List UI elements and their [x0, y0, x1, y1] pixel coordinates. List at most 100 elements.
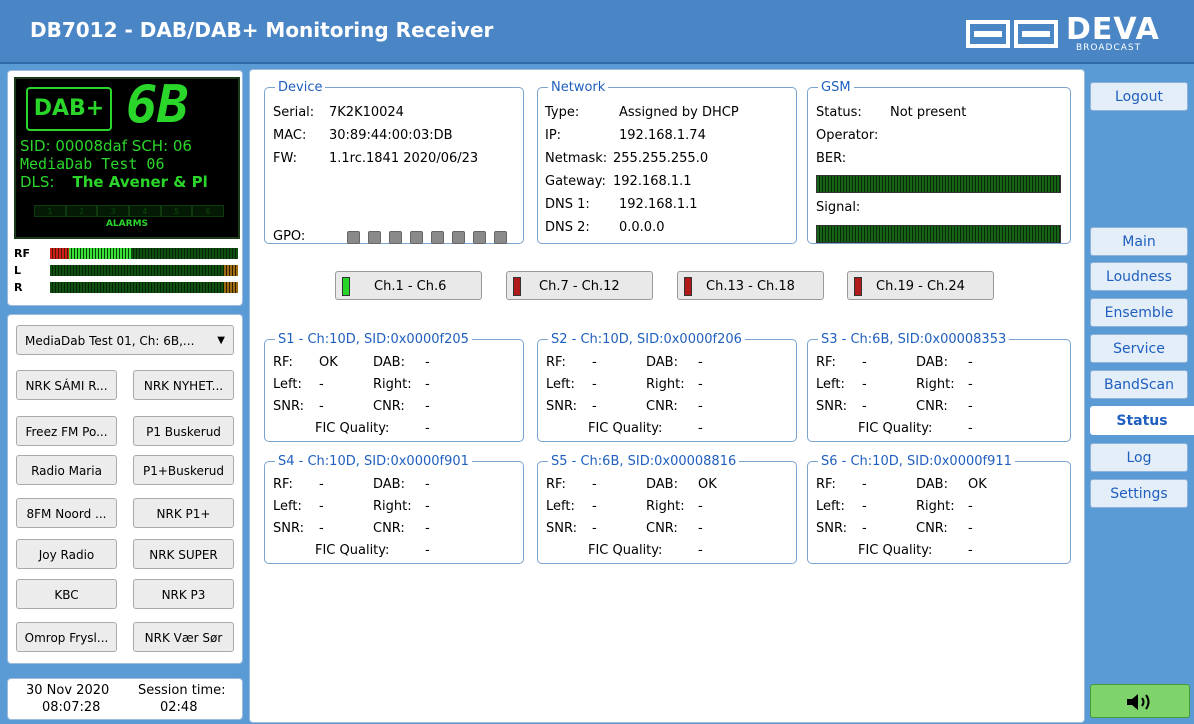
lcd-sid-line: SID: 00008daf SCH: 06	[20, 137, 192, 155]
preset-button[interactable]: Freez FM Po...	[16, 416, 117, 446]
nav-bandscan[interactable]: BandScan	[1090, 370, 1188, 399]
lcd-service-name: MediaDab Test 06	[20, 155, 165, 173]
service-cnr-label: CNR:	[373, 521, 405, 536]
service-right-value: -	[968, 499, 973, 514]
service-rf-value: OK	[319, 355, 338, 370]
service-rf-label: RF:	[816, 355, 836, 370]
gpo-led	[494, 231, 507, 244]
session-time-value: 02:48	[160, 700, 198, 715]
preset-button[interactable]: KBC	[16, 579, 117, 609]
header-bar: DB7012 - DAB/DAB+ Monitoring Receiver DE…	[0, 0, 1194, 64]
channel-group-led	[854, 277, 862, 296]
network-legend: Network	[551, 80, 606, 95]
service-fic-value: -	[968, 543, 973, 558]
service-cnr-value: -	[968, 399, 973, 414]
gpo-led	[410, 231, 423, 244]
nav-log[interactable]: Log	[1090, 443, 1188, 472]
deva-logo: DEVA BROADCAST	[966, 12, 1186, 54]
service-cnr-value: -	[968, 521, 973, 536]
serial-label: Serial:	[273, 105, 315, 120]
lcd-dls-label: DLS:	[20, 173, 55, 191]
preset-button[interactable]: NRK SUPER	[133, 539, 234, 569]
current-date: 30 Nov 2020	[26, 683, 110, 698]
preset-button[interactable]: NRK Vær Sør	[133, 622, 234, 652]
logout-button[interactable]: Logout	[1090, 82, 1188, 111]
left-meter-label: L	[14, 264, 22, 277]
lcd-dls-value: The Avener & Pl	[72, 173, 208, 191]
service-rf-value: -	[592, 355, 597, 370]
service-left-value: -	[862, 377, 867, 392]
logo-word: DEVA	[1066, 12, 1160, 47]
net-dns2-label: DNS 2:	[545, 220, 590, 235]
channel-group-label: Ch.19 - Ch.24	[876, 279, 965, 294]
service-right-label: Right:	[373, 499, 412, 514]
service-left-value: -	[319, 499, 324, 514]
preset-dropdown-value: MediaDab Test 01, Ch: 6B,...	[25, 334, 195, 348]
app-title: DB7012 - DAB/DAB+ Monitoring Receiver	[30, 18, 494, 42]
now-playing-panel: DAB+ 6B SID: 00008daf SCH: 06 MediaDab T…	[7, 70, 243, 306]
preset-button[interactable]: Radio Maria	[16, 455, 117, 485]
alarm-2: 2	[65, 205, 98, 217]
service-rf-value: -	[862, 477, 867, 492]
gsm-signal-label: Signal:	[816, 200, 861, 215]
alarm-indicators: 1 2 3 4 5 6	[34, 205, 225, 217]
nav-loudness[interactable]: Loudness	[1090, 262, 1188, 291]
gsm-operator-label: Operator:	[816, 128, 879, 143]
service-rf-label: RF:	[273, 477, 293, 492]
service-snr-value: -	[319, 521, 324, 536]
service-snr-value: -	[592, 521, 597, 536]
nav-service[interactable]: Service	[1090, 334, 1188, 363]
lcd-dls: DLS: The Avener & Pl	[20, 173, 234, 191]
channel-group-label: Ch.1 - Ch.6	[374, 279, 447, 294]
nav-status[interactable]: Status	[1090, 406, 1194, 435]
logo-sub: BROADCAST	[1076, 43, 1142, 53]
service-box-2: S2 - Ch:10D, SID:0x0000f206 RF: - DAB: - Left…	[537, 332, 797, 442]
service-cnr-value: -	[698, 521, 703, 536]
preset-button[interactable]: NRK SÁMI R...	[16, 370, 117, 400]
service-rf-value: -	[592, 477, 597, 492]
service-title: S6 - Ch:10D, SID:0x0000f911	[821, 454, 1012, 469]
service-rf-label: RF:	[816, 477, 836, 492]
channel-group-button-1[interactable]: Ch.1 - Ch.6	[335, 271, 482, 300]
service-rf-label: RF:	[546, 355, 566, 370]
preset-button[interactable]: 8FM Noord ...	[16, 498, 117, 528]
channel-group-button-2[interactable]: Ch.7 - Ch.12	[506, 271, 653, 300]
deva-logo-mark-icon	[966, 20, 1058, 48]
preset-button[interactable]: NRK NYHET...	[133, 370, 234, 400]
preset-button[interactable]: Omrop Frysl...	[16, 622, 117, 652]
nav-main[interactable]: Main	[1090, 227, 1188, 256]
channel-group-led	[342, 277, 350, 296]
gsm-status-label: Status:	[816, 105, 862, 120]
rf-meter: RF	[14, 247, 240, 260]
service-right-label: Right:	[373, 377, 412, 392]
service-left-value: -	[862, 499, 867, 514]
preset-button[interactable]: P1+Buskerud	[133, 455, 234, 485]
device-box: Device Serial: 7K2K10024 MAC: 30:89:44:0…	[264, 80, 524, 244]
service-snr-label: SNR:	[546, 399, 577, 414]
nav-settings[interactable]: Settings	[1090, 479, 1188, 508]
preset-button[interactable]: P1 Buskerud	[133, 416, 234, 446]
service-right-value: -	[968, 377, 973, 392]
preset-dropdown[interactable]: MediaDab Test 01, Ch: 6B,... ▼	[16, 325, 234, 355]
channel-group-button-3[interactable]: Ch.13 - Ch.18	[677, 271, 824, 300]
preset-button[interactable]: Joy Radio	[16, 539, 117, 569]
current-time: 08:07:28	[42, 700, 101, 715]
service-box-4: S4 - Ch:10D, SID:0x0000f901 RF: - DAB: - Left…	[264, 454, 524, 564]
fw-label: FW:	[273, 151, 297, 166]
right-meter-bar	[50, 282, 238, 293]
service-snr-value: -	[862, 521, 867, 536]
preset-button[interactable]: NRK P3	[133, 579, 234, 609]
service-fic-label: FIC Quality:	[858, 543, 933, 558]
preset-button[interactable]: NRK P1+	[133, 498, 234, 528]
channel-group-button-4[interactable]: Ch.19 - Ch.24	[847, 271, 994, 300]
service-left-label: Left:	[546, 499, 575, 514]
service-dab-value: -	[968, 355, 973, 370]
service-box-1: S1 - Ch:10D, SID:0x0000f205 RF: OK DAB: - Lef…	[264, 332, 524, 442]
network-box: Network Type: Assigned by DHCP IP: 192.1…	[537, 80, 797, 244]
nav-ensemble[interactable]: Ensemble	[1090, 298, 1188, 327]
audio-toggle-button[interactable]	[1090, 684, 1190, 718]
gsm-box: GSM Status: Not present Operator: BER: S…	[807, 80, 1071, 244]
service-cnr-label: CNR:	[646, 399, 678, 414]
service-cnr-label: CNR:	[916, 521, 948, 536]
service-dab-label: DAB:	[916, 355, 948, 370]
